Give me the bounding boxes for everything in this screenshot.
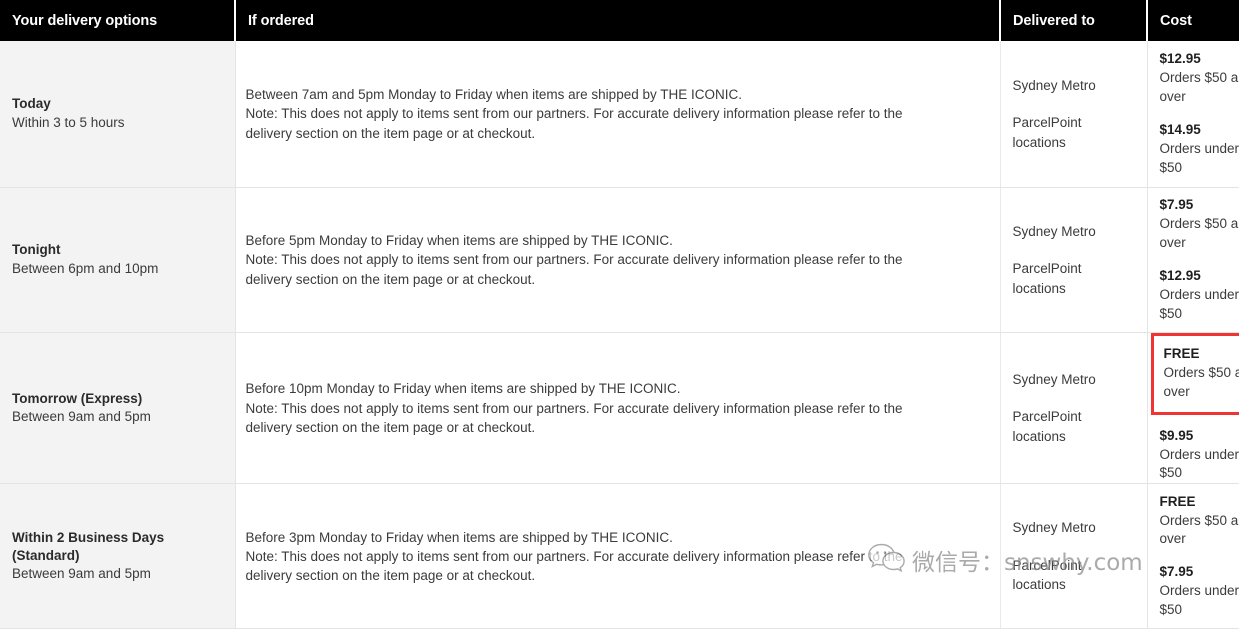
cost-block: $9.95 Orders under $50 [1160,427,1239,484]
cost-block: $7.95 Orders $50 and over [1160,196,1239,253]
cost-note-line-2: over [1164,383,1239,402]
cost-note-line-1: Orders $50 and [1160,512,1239,531]
option-title: Tonight [12,241,221,259]
cost-amount: $7.95 [1160,563,1239,582]
delivered-location-2a: ParcelPoint [1013,113,1137,133]
cell-delivery-option: Within 2 Business Days (Standard) Betwee… [0,484,235,629]
cost-note-line-2: over [1160,530,1239,549]
delivered-location-2b: locations [1013,279,1137,299]
cost-note-line-2: $50 [1160,305,1239,324]
cost-amount: FREE [1164,345,1239,364]
ordered-line-1: Before 10pm Monday to Friday when items … [246,379,984,398]
table-header: Your delivery options If ordered Deliver… [0,0,1239,41]
cost-block: $14.95 Orders under $50 [1160,121,1239,178]
table-row: Tonight Between 6pm and 10pm Before 5pm … [0,188,1239,333]
cell-if-ordered: Before 5pm Monday to Friday when items a… [235,188,1000,333]
ordered-line-2: Note: This does not apply to items sent … [246,250,984,269]
delivered-location-2b: locations [1013,575,1137,595]
cell-if-ordered: Between 7am and 5pm Monday to Friday whe… [235,41,1000,188]
cell-delivered-to: Sydney Metro ParcelPoint locations [1000,41,1147,188]
ordered-line-3: delivery section on the item page or at … [246,124,984,143]
header-if-ordered: If ordered [235,0,1000,41]
header-delivery-options: Your delivery options [0,0,235,41]
table-body: Today Within 3 to 5 hours Between 7am an… [0,41,1239,629]
option-title-line-2: (Standard) [12,547,221,565]
cost-amount: $9.95 [1160,427,1239,446]
delivered-location-1: Sydney Metro [1013,76,1137,96]
ordered-line-1: Between 7am and 5pm Monday to Friday whe… [246,85,984,104]
cost-note-line-2: $50 [1160,601,1239,620]
cost-block: $7.95 Orders under $50 [1160,563,1239,620]
table-row: Tomorrow (Express) Between 9am and 5pm B… [0,333,1239,484]
cost-note-line-1: Orders under [1160,446,1239,465]
cell-delivery-option: Tomorrow (Express) Between 9am and 5pm [0,333,235,484]
cost-note-line-1: Orders $50 and [1160,69,1239,88]
cell-if-ordered: Before 3pm Monday to Friday when items a… [235,484,1000,629]
cost-amount: $14.95 [1160,121,1239,140]
delivered-location-1: Sydney Metro [1013,370,1137,390]
highlighted-cost-block: FREE Orders $50 and over [1151,333,1239,415]
option-subtitle: Between 9am and 5pm [12,408,221,427]
cost-block: FREE Orders $50 and over [1160,493,1239,550]
table-row: Within 2 Business Days (Standard) Betwee… [0,484,1239,629]
ordered-line-2: Note: This does not apply to items sent … [246,399,984,418]
delivered-location-2a: ParcelPoint [1013,556,1137,576]
header-cost: Cost [1147,0,1239,41]
option-title-line-1: Within 2 Business Days [12,529,221,547]
cost-amount: $7.95 [1160,196,1239,215]
cost-note-line-1: Orders under [1160,140,1239,159]
option-title: Tomorrow (Express) [12,390,221,408]
delivered-location-1: Sydney Metro [1013,518,1137,538]
option-title: Today [12,95,221,113]
ordered-line-3: delivery section on the item page or at … [246,566,984,585]
cell-cost: FREE Orders $50 and over $7.95 Orders un… [1147,484,1239,629]
cost-note-line-2: over [1160,88,1239,107]
table-header-row: Your delivery options If ordered Deliver… [0,0,1239,41]
cell-delivered-to: Sydney Metro ParcelPoint locations [1000,333,1147,484]
cell-delivery-option: Today Within 3 to 5 hours [0,41,235,188]
cell-delivery-option: Tonight Between 6pm and 10pm [0,188,235,333]
cost-note-line-2: over [1160,234,1239,253]
ordered-line-1: Before 5pm Monday to Friday when items a… [246,231,984,250]
cost-note-line-1: Orders $50 and [1160,215,1239,234]
cost-block: $12.95 Orders under $50 [1160,267,1239,324]
ordered-line-3: delivery section on the item page or at … [246,270,984,289]
delivery-options-table: Your delivery options If ordered Deliver… [0,0,1239,629]
option-subtitle: Between 6pm and 10pm [12,260,221,279]
cell-cost: $7.95 Orders $50 and over $12.95 Orders … [1147,188,1239,333]
ordered-line-2: Note: This does not apply to items sent … [246,547,984,566]
delivered-location-2b: locations [1013,133,1137,153]
delivered-location-2a: ParcelPoint [1013,259,1137,279]
ordered-line-2: Note: This does not apply to items sent … [246,104,984,123]
cost-amount: $12.95 [1160,267,1239,286]
header-delivered-to: Delivered to [1000,0,1147,41]
cost-note-line-1: Orders $50 and [1164,364,1239,383]
cost-block: $12.95 Orders $50 and over [1160,50,1239,107]
cell-if-ordered: Before 10pm Monday to Friday when items … [235,333,1000,484]
ordered-line-1: Before 3pm Monday to Friday when items a… [246,528,984,547]
option-subtitle: Between 9am and 5pm [12,565,221,584]
cost-note-line-1: Orders under [1160,582,1239,601]
ordered-line-3: delivery section on the item page or at … [246,418,984,437]
cost-note-line-1: Orders under [1160,286,1239,305]
cell-delivered-to: Sydney Metro ParcelPoint locations [1000,188,1147,333]
delivered-location-2b: locations [1013,427,1137,447]
cost-note-line-2: $50 [1160,159,1239,178]
cell-cost: FREE Orders $50 and over $9.95 Orders un… [1147,333,1239,484]
cost-note-line-2: $50 [1160,464,1239,483]
cost-amount: $12.95 [1160,50,1239,69]
delivered-location-1: Sydney Metro [1013,222,1137,242]
table-row: Today Within 3 to 5 hours Between 7am an… [0,41,1239,188]
cost-amount: FREE [1160,493,1239,512]
option-subtitle: Within 3 to 5 hours [12,114,221,133]
delivered-location-2a: ParcelPoint [1013,407,1137,427]
cell-delivered-to: Sydney Metro ParcelPoint locations [1000,484,1147,629]
cell-cost: $12.95 Orders $50 and over $14.95 Orders… [1147,41,1239,188]
